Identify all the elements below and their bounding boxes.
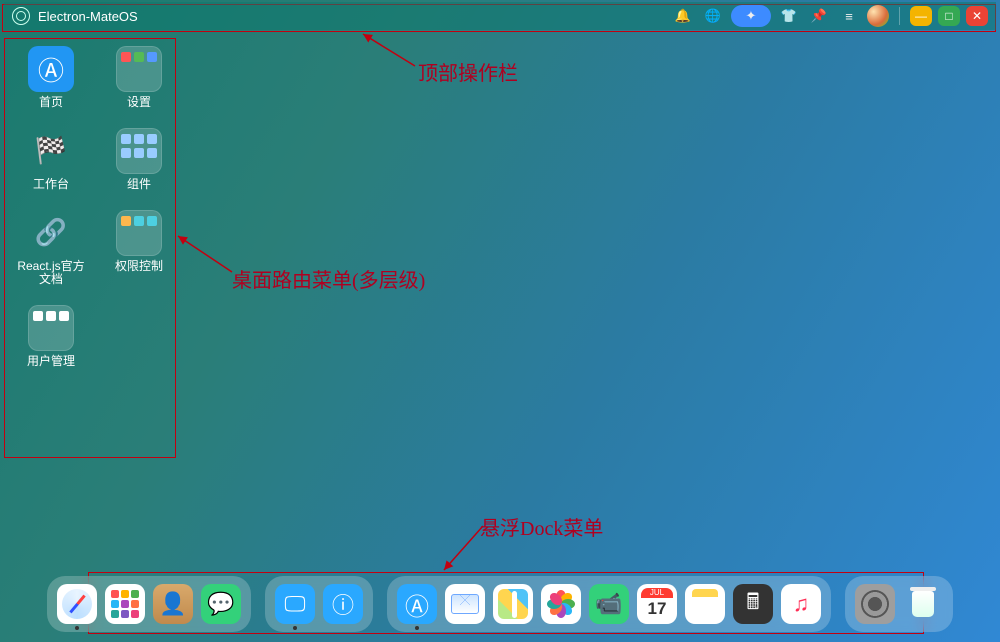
sparkle-icon[interactable]: ✦ bbox=[731, 5, 771, 27]
dock-about[interactable]: ⓘ bbox=[323, 584, 363, 624]
appstore-icon: Ⓐ bbox=[38, 51, 64, 88]
avatar[interactable] bbox=[867, 5, 889, 27]
app-label: 用户管理 bbox=[27, 355, 75, 369]
safari-icon bbox=[62, 589, 92, 619]
calendar-icon: JUL17 bbox=[641, 588, 673, 620]
window-maximize-button[interactable]: □ bbox=[938, 6, 960, 26]
photos-icon bbox=[547, 590, 575, 618]
app-title: Electron-MateOS bbox=[38, 9, 138, 24]
app-label: React.js官方文档 bbox=[12, 260, 90, 288]
trash-icon bbox=[912, 591, 934, 617]
desktop-app-users[interactable]: 用户管理 bbox=[12, 305, 90, 369]
dock-safari[interactable] bbox=[57, 584, 97, 624]
dock-appstore[interactable]: Ⓐ bbox=[397, 584, 437, 624]
sliders-icon[interactable]: ≡ bbox=[837, 5, 861, 27]
app-label: 工作台 bbox=[33, 178, 69, 192]
dock-segment-4 bbox=[845, 576, 953, 632]
window-minimize-button[interactable]: — bbox=[910, 6, 932, 26]
bell-icon[interactable]: 🔔 bbox=[671, 5, 695, 27]
topbar: Electron-MateOS 🔔 🌐 ✦ 👕 📌 ≡ — □ ✕ bbox=[4, 2, 996, 30]
gauge-icon: 🏁 bbox=[35, 135, 67, 166]
notes-icon bbox=[692, 589, 718, 619]
info-icon: ⓘ bbox=[332, 588, 354, 620]
dock-notes[interactable] bbox=[685, 584, 725, 624]
desktop-app-settings[interactable]: 设置 bbox=[100, 46, 178, 110]
dock-contacts[interactable]: 👤 bbox=[153, 584, 193, 624]
dock: 👤 💬 🖵 ⓘ Ⓐ 📹 JUL17 🖩 ♫ bbox=[47, 576, 953, 632]
music-icon: ♫ bbox=[793, 591, 810, 617]
pin-icon[interactable]: 📌 bbox=[807, 5, 831, 27]
app-label: 首页 bbox=[39, 96, 63, 110]
dock-thispc[interactable]: 🖵 bbox=[275, 584, 315, 624]
shirt-icon[interactable]: 👕 bbox=[777, 5, 801, 27]
contacts-icon: 👤 bbox=[159, 591, 186, 617]
divider bbox=[899, 7, 900, 25]
annotation-dock: 悬浮Dock菜单 bbox=[480, 512, 603, 541]
app-label: 组件 bbox=[127, 178, 151, 192]
desktop-app-workbench[interactable]: 🏁 工作台 bbox=[12, 128, 90, 192]
dock-launchpad[interactable] bbox=[105, 584, 145, 624]
annotation-desktop: 桌面路由菜单(多层级) bbox=[232, 264, 425, 293]
calculator-icon: 🖩 bbox=[746, 585, 759, 623]
window-close-button[interactable]: ✕ bbox=[966, 6, 988, 26]
dock-segment-2: 🖵 ⓘ bbox=[265, 576, 373, 632]
maps-icon bbox=[498, 589, 528, 619]
desktop-app-home[interactable]: Ⓐ 首页 bbox=[12, 46, 90, 110]
dock-calendar[interactable]: JUL17 bbox=[637, 584, 677, 624]
mail-icon bbox=[451, 594, 479, 614]
launchpad-icon bbox=[111, 590, 139, 618]
preferences-icon bbox=[861, 590, 889, 618]
dock-maps[interactable] bbox=[493, 584, 533, 624]
dock-calculator[interactable]: 🖩 bbox=[733, 584, 773, 624]
link-icon: 🔗 bbox=[35, 217, 67, 248]
globe-icon[interactable]: 🌐 bbox=[701, 5, 725, 27]
desktop-app-components[interactable]: 组件 bbox=[100, 128, 178, 192]
desktop-app-reactdocs[interactable]: 🔗 React.js官方文档 bbox=[12, 210, 90, 288]
app-label: 权限控制 bbox=[115, 260, 163, 274]
facetime-icon: 📹 bbox=[595, 591, 622, 617]
dock-preferences[interactable] bbox=[855, 584, 895, 624]
dock-segment-1: 👤 💬 bbox=[47, 576, 251, 632]
messages-icon: 💬 bbox=[207, 591, 234, 617]
annotation-topbar: 顶部操作栏 bbox=[418, 57, 518, 86]
dock-trash[interactable] bbox=[903, 584, 943, 624]
appstore-icon: Ⓐ bbox=[405, 587, 429, 622]
desktop-menu: Ⓐ 首页 设置 🏁 工作台 组件 🔗 React.js官方文档 权限控制 用户管… bbox=[6, 40, 174, 375]
display-icon: 🖵 bbox=[284, 591, 305, 617]
dock-messages[interactable]: 💬 bbox=[201, 584, 241, 624]
app-label: 设置 bbox=[127, 96, 151, 110]
dock-photos[interactable] bbox=[541, 584, 581, 624]
dock-segment-3: Ⓐ 📹 JUL17 🖩 ♫ bbox=[387, 576, 831, 632]
desktop-app-acl[interactable]: 权限控制 bbox=[100, 210, 178, 288]
dock-music[interactable]: ♫ bbox=[781, 584, 821, 624]
dock-mail[interactable] bbox=[445, 584, 485, 624]
dock-facetime[interactable]: 📹 bbox=[589, 584, 629, 624]
app-logo-icon bbox=[12, 7, 30, 25]
